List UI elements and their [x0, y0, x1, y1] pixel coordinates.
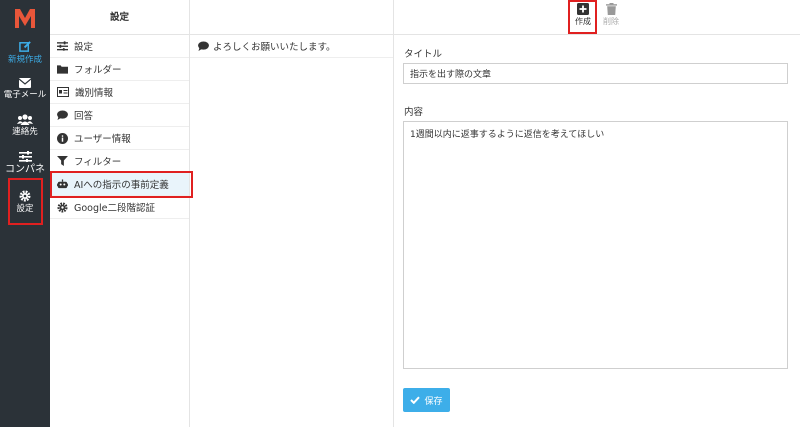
comment-icon: [198, 41, 209, 51]
settings-menu-header: 設定: [50, 0, 189, 35]
gear-icon: [57, 201, 68, 213]
delete-button-label: 削除: [603, 17, 619, 26]
menu-item-label: Google二段階認証: [74, 203, 156, 214]
menu-item-label: 回答: [74, 111, 94, 122]
filter-icon: [57, 156, 68, 166]
body-label: 内容: [404, 107, 424, 118]
sliders-icon: [18, 151, 32, 162]
menu-item-label: 識別情報: [75, 88, 114, 99]
save-button-label: 保存: [424, 396, 443, 407]
list-item[interactable]: よろしくお願いいたします。: [190, 35, 393, 58]
edit-icon: [18, 41, 31, 52]
settings-menu: 設定 設定 フォルダー 識別情報 回答 ユーザー情報 フィルター AIへの指示の…: [50, 0, 190, 427]
check-icon: [410, 396, 421, 404]
nav-contacts[interactable]: 連絡先: [0, 114, 50, 138]
menu-item-user-info[interactable]: ユーザー情報: [50, 127, 189, 150]
id-card-icon: [57, 87, 69, 97]
menu-item-folders[interactable]: フォルダー: [50, 58, 189, 81]
nav-compose[interactable]: 新規作成: [0, 40, 50, 66]
instruction-list-header: [190, 0, 393, 35]
highlight-ai-instructions: [50, 171, 193, 198]
instruction-editor: 作成 削除 タイトル 内容 1週間以内に返事するように返信を考えてほしい 保存: [394, 0, 800, 427]
title-input[interactable]: [403, 63, 788, 84]
nav-control-panel[interactable]: コンパネ: [0, 151, 50, 175]
envelope-icon: [19, 78, 31, 88]
menu-item-settings[interactable]: 設定: [50, 35, 189, 58]
info-icon: [57, 132, 68, 144]
editor-toolbar: 作成 削除: [394, 0, 800, 35]
nav-mail-label: 電子メール: [3, 90, 47, 100]
menu-item-label: ユーザー情報: [74, 134, 131, 145]
menu-item-label: フィルター: [74, 157, 122, 168]
nav-control-panel-label: コンパネ: [5, 164, 45, 175]
comment-icon: [57, 110, 68, 120]
menu-item-filters[interactable]: フィルター: [50, 150, 189, 173]
menu-item-label: 設定: [74, 42, 94, 53]
delete-button[interactable]: 削除: [598, 3, 624, 27]
menu-item-responses[interactable]: 回答: [50, 104, 189, 127]
highlight-nav-settings: [8, 178, 43, 225]
nav-contacts-label: 連絡先: [12, 127, 38, 137]
folder-icon: [57, 65, 68, 74]
nav-mail[interactable]: 電子メール: [0, 78, 50, 101]
save-button[interactable]: 保存: [403, 388, 450, 412]
list-item-text: よろしくお願いいたします。: [213, 42, 336, 53]
menu-item-google-2fa[interactable]: Google二段階認証: [50, 196, 189, 219]
highlight-create-button: [568, 0, 597, 34]
menu-item-label: フォルダー: [74, 65, 122, 76]
menu-item-identities[interactable]: 識別情報: [50, 81, 189, 104]
instruction-list: よろしくお願いいたします。: [190, 0, 394, 427]
app-logo-icon: [15, 9, 35, 28]
title-label: タイトル: [404, 49, 443, 60]
nav-compose-label: 新規作成: [7, 55, 42, 65]
trash-icon: [605, 3, 617, 15]
sliders-icon: [57, 41, 68, 51]
users-icon: [17, 114, 33, 125]
body-textarea[interactable]: 1週間以内に返事するように返信を考えてほしい: [403, 121, 788, 369]
